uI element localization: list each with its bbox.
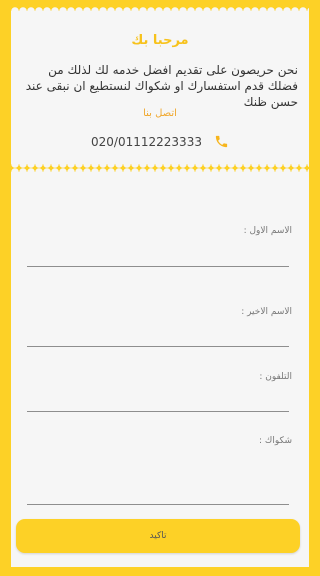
complaint-label: شكواك :: [259, 436, 292, 446]
phone-icon[interactable]: [214, 134, 229, 149]
last-name-label: الاسم الاخير :: [241, 307, 292, 317]
first-name-label: الاسم الاول :: [243, 226, 292, 236]
phone-field[interactable]: [27, 391, 289, 412]
submit-button[interactable]: تاكيد: [16, 519, 300, 553]
phone-number[interactable]: 020/01112223333: [91, 135, 202, 149]
contact-us-link[interactable]: اتصل بنا: [11, 108, 309, 119]
intro-text: نحن حريصون على تقديم افضل خدمه لك لذلك م…: [25, 63, 298, 109]
last-name-field[interactable]: [27, 326, 289, 347]
first-name-field[interactable]: [27, 246, 289, 267]
phone-row[interactable]: 020/01112223333: [11, 134, 309, 149]
phone-label: التلفون :: [259, 372, 292, 382]
complaint-field[interactable]: [27, 484, 289, 505]
welcome-title: مرحبا بك: [131, 33, 189, 48]
scalloped-edge-middle: [11, 160, 309, 168]
scalloped-edge-top: [11, 7, 309, 15]
